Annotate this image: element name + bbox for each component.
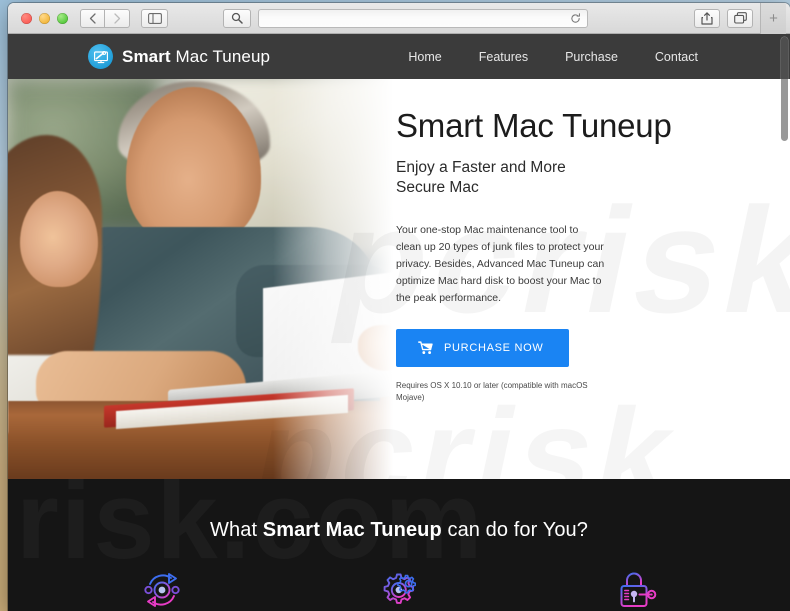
refresh-cycle-icon [144, 573, 180, 607]
share-button[interactable] [694, 8, 720, 28]
features-heading-prefix: What [210, 519, 263, 541]
share-icon [701, 11, 713, 25]
site-navigation: Home Features Purchase Contact [408, 50, 698, 64]
hero-copy: Smart Mac Tuneup Enjoy a Faster and More… [396, 79, 726, 412]
feature-card-security-protection[interactable]: Full Security Protection [517, 564, 754, 611]
search-icon [231, 12, 243, 24]
feature-icon-wrapper [44, 564, 281, 611]
features-heading-suffix: can do for You? [441, 519, 588, 541]
feature-card-performance-boost[interactable]: Excellent Performance Boost [281, 564, 518, 611]
smart-mac-tuneup-logo-icon [88, 44, 113, 69]
feature-grid: Deep System Cleanup [8, 564, 790, 611]
close-window-button[interactable] [21, 12, 32, 24]
zoom-window-button[interactable] [57, 12, 68, 24]
browser-toolbar: + [8, 3, 790, 34]
nav-item-home[interactable]: Home [408, 50, 441, 64]
site-brand-text: Smart Mac Tuneup [122, 47, 270, 67]
new-tab-button[interactable]: + [760, 3, 786, 34]
hero-title: Smart Mac Tuneup [396, 107, 672, 144]
page-scrollbar-thumb[interactable] [781, 37, 788, 141]
brand-rest: Mac Tuneup [170, 46, 271, 66]
hero-subtitle: Enjoy a Faster and More Secure Mac [396, 159, 566, 196]
purchase-now-button[interactable]: PURCHASE NOW [396, 329, 570, 367]
features-section: risk.com What Smart Mac Tuneup can do fo… [8, 479, 790, 611]
gears-icon [383, 573, 416, 604]
chevron-left-icon [89, 12, 96, 24]
site-header: Smart Mac Tuneup Home Features Purchase … [8, 34, 790, 79]
system-requirements-text: Requires OS X 10.10 or later (compatible… [396, 381, 588, 402]
feature-card-deep-system-cleanup[interactable]: Deep System Cleanup [44, 564, 281, 611]
padlock-key-icon [620, 572, 656, 607]
feature-icon-wrapper [517, 564, 754, 611]
search-button[interactable] [223, 8, 251, 28]
back-button[interactable] [80, 8, 105, 28]
minimize-window-button[interactable] [39, 12, 50, 24]
features-heading: What Smart Mac Tuneup can do for You? [8, 479, 790, 542]
address-bar[interactable] [258, 8, 588, 28]
nav-button-group [80, 8, 130, 28]
nav-item-features[interactable]: Features [479, 50, 528, 64]
shopping-cart-icon [418, 341, 433, 354]
features-heading-strong: Smart Mac Tuneup [262, 519, 442, 541]
show-all-tabs-button[interactable] [727, 8, 753, 28]
reload-icon[interactable] [570, 12, 581, 24]
photo-fade-overlay [273, 79, 393, 479]
chevron-right-icon [113, 12, 120, 24]
hero-description: Your one-stop Mac maintenance tool to cl… [396, 224, 605, 304]
monitor-wrench-icon [93, 50, 108, 63]
purchase-now-label: PURCHASE NOW [444, 342, 544, 354]
nav-item-purchase[interactable]: Purchase [565, 50, 618, 64]
hero-section: pcrisk pcrisk Smart Mac Tuneup Enjoy a F… [8, 79, 790, 479]
window-traffic-lights [21, 12, 68, 24]
forward-button[interactable] [105, 8, 130, 28]
page-scrollbar[interactable] [781, 37, 788, 434]
brand-strong: Smart [122, 46, 171, 66]
sidebar-toggle-button[interactable] [141, 8, 168, 28]
hero-photo [8, 79, 393, 479]
safari-browser-window: + Smart Mac Tuneup Home Features Purchas… [8, 3, 790, 611]
page-viewport: Smart Mac Tuneup Home Features Purchase … [8, 34, 790, 611]
desktop-background: + Smart Mac Tuneup Home Features Purchas… [0, 0, 790, 611]
feature-icon-wrapper [281, 564, 518, 611]
tabs-icon [733, 12, 747, 24]
sidebar-icon [147, 12, 162, 24]
nav-item-contact[interactable]: Contact [655, 50, 698, 64]
site-brand[interactable]: Smart Mac Tuneup [88, 44, 270, 69]
toolbar-right-group: + [694, 3, 786, 34]
